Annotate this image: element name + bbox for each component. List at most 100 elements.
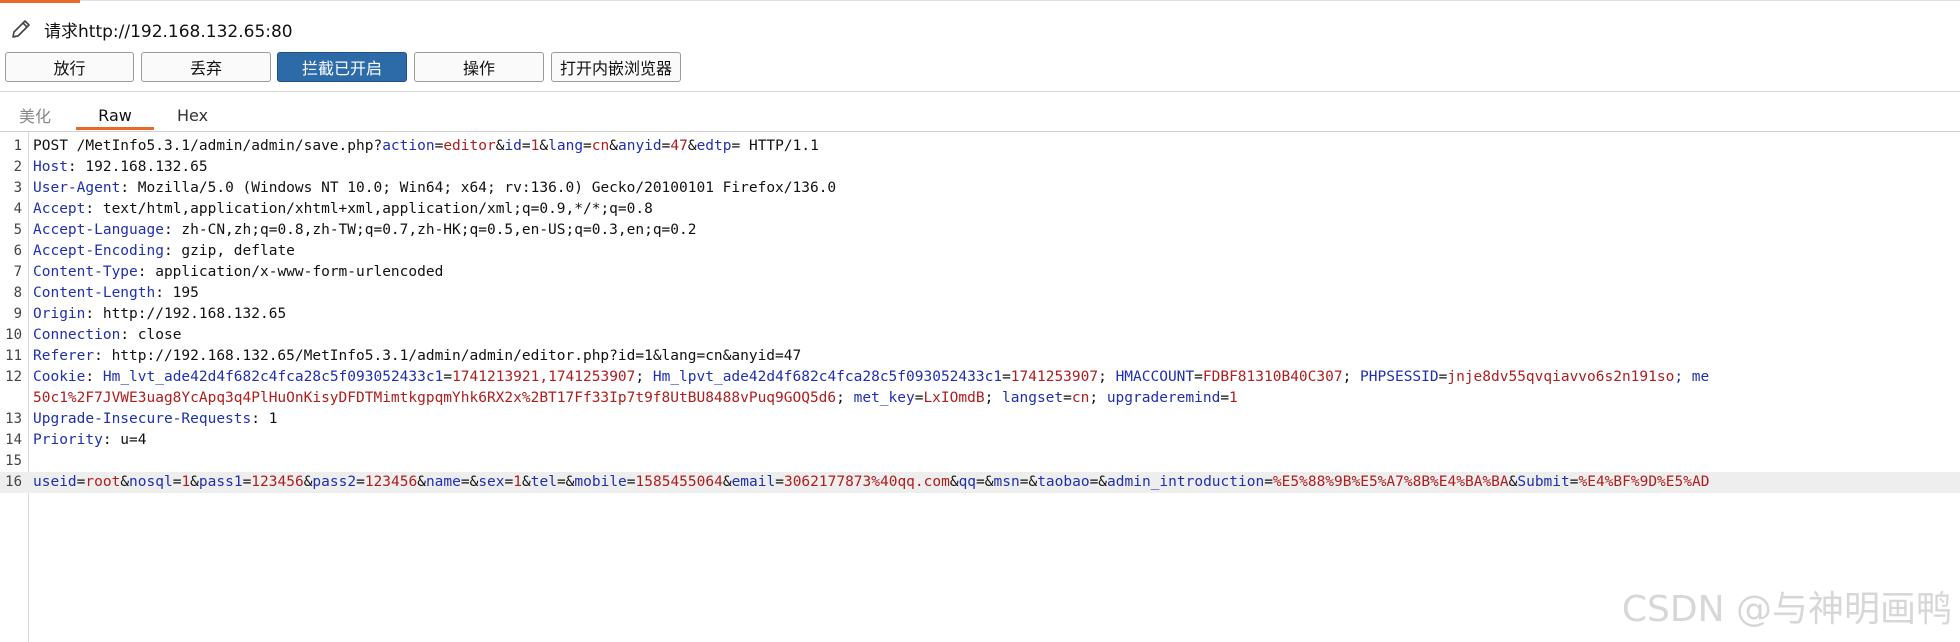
request-line[interactable]: 14 Priority: u=4 — [0, 430, 1960, 451]
request-line[interactable]: 13 Upgrade-Insecure-Requests: 1 — [0, 409, 1960, 430]
request-line[interactable]: 9 Origin: http://192.168.132.65 — [0, 304, 1960, 325]
token-text: : 192.168.132.65 — [67, 159, 208, 175]
token-text: & — [609, 138, 618, 154]
token-key: lang — [548, 138, 584, 154]
token-value: 1 — [1229, 390, 1238, 406]
request-line[interactable]: 16 useid=root&nosql=1&pass1=123456&pass2=… — [0, 472, 1960, 493]
line-content: Accept-Encoding: gzip, deflate — [33, 241, 295, 262]
token-text: & — [687, 138, 697, 154]
token-text: & — [949, 474, 959, 490]
token-text: : gzip, deflate — [163, 243, 295, 259]
request-line[interactable]: 8 Content-Length: 195 — [0, 283, 1960, 304]
token-value: %E5%88%9B%E5%A7%8B%E4%BA%BA — [1272, 474, 1509, 490]
token-key: mobile — [574, 474, 627, 490]
token-value: 50c1%2F7JVWE3uag8YcApq3q4PlHuOnKisyDFDTM… — [33, 390, 837, 406]
tab-raw[interactable]: Raw — [76, 100, 154, 130]
token-text: =& — [976, 474, 994, 490]
token-value: LxIOmdB — [923, 390, 985, 406]
request-line[interactable]: 4 Accept: text/html,application/xhtml+xml… — [0, 199, 1960, 220]
token-key: met_key — [853, 390, 915, 406]
request-line[interactable]: 15 — [0, 451, 1960, 472]
line-content: Priority: u=4 — [33, 430, 147, 451]
request-line[interactable]: 6 Accept-Encoding: gzip, deflate — [0, 241, 1960, 262]
request-line[interactable]: 3 User-Agent: Mozilla/5.0 (Windows NT 10.… — [0, 178, 1960, 199]
token-text: = — [443, 369, 453, 385]
tabs-divider — [0, 131, 1960, 132]
token-text: & — [417, 474, 426, 490]
request-line[interactable]: 5 Accept-Language: zh-CN,zh;q=0.8,zh-TW;q… — [0, 220, 1960, 241]
token-text: ; — [836, 390, 854, 406]
tab-pretty[interactable]: 美化 — [0, 100, 70, 130]
tab-hex[interactable]: Hex — [160, 100, 225, 130]
request-line[interactable]: 11 Referer: http://192.168.132.65/MetInfo… — [0, 346, 1960, 367]
token-text: ; — [1089, 390, 1107, 406]
line-number: 7 — [13, 264, 22, 280]
line-number: 6 — [13, 243, 22, 259]
active-tab-indicator — [76, 127, 154, 130]
token-key: Accept-Encoding — [33, 243, 164, 259]
token-key: Accept — [33, 201, 86, 217]
token-key: edtp — [696, 138, 732, 154]
token-text: = — [583, 138, 592, 154]
token-value: cn — [1071, 390, 1090, 406]
token-key: Origin — [33, 306, 86, 322]
token-key: useid — [33, 474, 77, 490]
token-key: User-Agent — [33, 180, 121, 196]
token-value: jnje8dv55qvqiavvo6s2n191so — [1447, 369, 1675, 385]
token-text: : text/html,application/xhtml+xml,applic… — [85, 201, 653, 217]
token-key: Content-Length — [33, 285, 156, 301]
intercept-toggle-button[interactable]: 拦截已开启 — [277, 52, 407, 82]
forward-button[interactable]: 放行 — [5, 52, 134, 82]
request-line[interactable]: 12 Cookie: Hm_lvt_ade42d4f682c4fca28c5f09… — [0, 367, 1960, 388]
request-line[interactable]: 1 POST /MetInfo5.3.1/admin/admin/save.php… — [0, 136, 1960, 157]
token-key: Cookie — [33, 369, 86, 385]
token-text: & — [539, 138, 549, 154]
request-line[interactable]: 50c1%2F7JVWE3uag8YcApq3q4PlHuOnKisyDFDTM… — [0, 388, 1960, 409]
request-line[interactable]: 10 Connection: close — [0, 325, 1960, 346]
token-text: & — [522, 474, 531, 490]
token-key: upgraderemind — [1106, 390, 1221, 406]
line-number: 16 — [5, 474, 22, 490]
token-value: 1 — [513, 474, 522, 490]
request-line[interactable]: 2 Host: 192.168.132.65 — [0, 157, 1960, 178]
line-number: 1 — [13, 138, 22, 154]
token-text: =& — [556, 474, 575, 490]
pencil-icon[interactable] — [6, 14, 36, 44]
token-text: & — [120, 474, 130, 490]
raw-request-editor[interactable]: 1 POST /MetInfo5.3.1/admin/admin/save.php… — [0, 136, 1960, 642]
token-key: id — [504, 138, 522, 154]
token-key: qq — [958, 474, 977, 490]
token-key: Content-Type — [33, 264, 138, 280]
token-text: =& — [1019, 474, 1038, 490]
token-key: nosql — [129, 474, 173, 490]
token-value: %E4%BF%9D%E5%AD — [1578, 474, 1710, 490]
line-content: Referer: http://192.168.132.65/MetInfo5.… — [33, 346, 801, 367]
token-key: pass1 — [198, 474, 243, 490]
request-header: 请求http://192.168.132.65:80 — [6, 14, 293, 44]
request-line[interactable]: 7 Content-Type: application/x-www-form-ur… — [0, 262, 1960, 283]
action-button[interactable]: 操作 — [414, 52, 544, 82]
open-browser-button[interactable]: 打开内嵌浏览器 — [551, 52, 681, 82]
token-text: : http://192.168.132.65/MetInfo5.3.1/adm… — [94, 348, 802, 364]
token-text: = HTTP/1.1 — [731, 138, 819, 154]
line-number: 5 — [13, 222, 22, 238]
line-content: Upgrade-Insecure-Requests: 1 — [33, 409, 277, 430]
token-text: : close — [120, 327, 182, 343]
line-content: Content-Type: application/x-www-form-url… — [33, 262, 443, 283]
token-key: Host — [33, 159, 68, 175]
line-content: User-Agent: Mozilla/5.0 (Windows NT 10.0… — [33, 178, 836, 199]
token-value: 1741253907 — [1010, 369, 1099, 385]
token-value: 123456 — [364, 474, 418, 490]
drop-button[interactable]: 丢弃 — [141, 52, 271, 82]
token-value: 1 — [181, 474, 191, 490]
token-text: = — [1264, 474, 1273, 490]
line-number: 9 — [13, 306, 22, 322]
line-number: 2 — [13, 159, 22, 175]
line-content: Cookie: Hm_lvt_ade42d4f682c4fca28c5f0930… — [33, 367, 1709, 388]
token-value: 1585455064 — [635, 474, 723, 490]
token-text: = — [242, 474, 252, 490]
line-content: Content-Length: 195 — [33, 283, 199, 304]
token-text: = — [504, 474, 514, 490]
token-text: = — [521, 138, 531, 154]
token-key: msn — [993, 474, 1020, 490]
